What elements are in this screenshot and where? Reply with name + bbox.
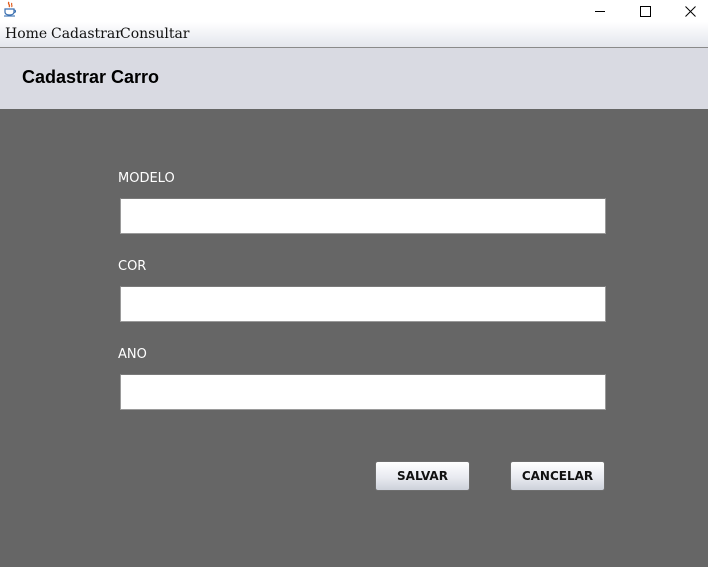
minimize-icon — [595, 11, 605, 12]
title-bar — [0, 0, 708, 22]
ano-input[interactable] — [120, 374, 606, 410]
modelo-input[interactable] — [120, 198, 606, 234]
close-button[interactable] — [667, 0, 708, 22]
maximize-icon — [639, 5, 651, 17]
menu-bar: Home Cadastrar Consultar — [0, 22, 708, 48]
maximize-button[interactable] — [622, 0, 668, 22]
page-title: Cadastrar Carro — [22, 67, 160, 87]
close-icon — [684, 5, 696, 17]
java-cup-icon[interactable] — [3, 1, 17, 17]
form-panel: MODELO COR ANO SALVAR CANCELAR — [0, 109, 708, 567]
cor-label: COR — [118, 259, 147, 274]
menu-item-cadastrar[interactable]: Cadastrar — [51, 26, 122, 43]
save-button[interactable]: SALVAR — [375, 461, 470, 491]
ano-label: ANO — [118, 347, 147, 362]
menu-item-consultar[interactable]: Consultar — [120, 26, 190, 43]
menu-item-home[interactable]: Home — [5, 26, 47, 43]
cor-input[interactable] — [120, 286, 606, 322]
page-header: Cadastrar Carro — [0, 48, 708, 109]
minimize-button[interactable] — [577, 0, 623, 22]
modelo-label: MODELO — [118, 171, 175, 186]
cancel-button[interactable]: CANCELAR — [510, 461, 605, 491]
